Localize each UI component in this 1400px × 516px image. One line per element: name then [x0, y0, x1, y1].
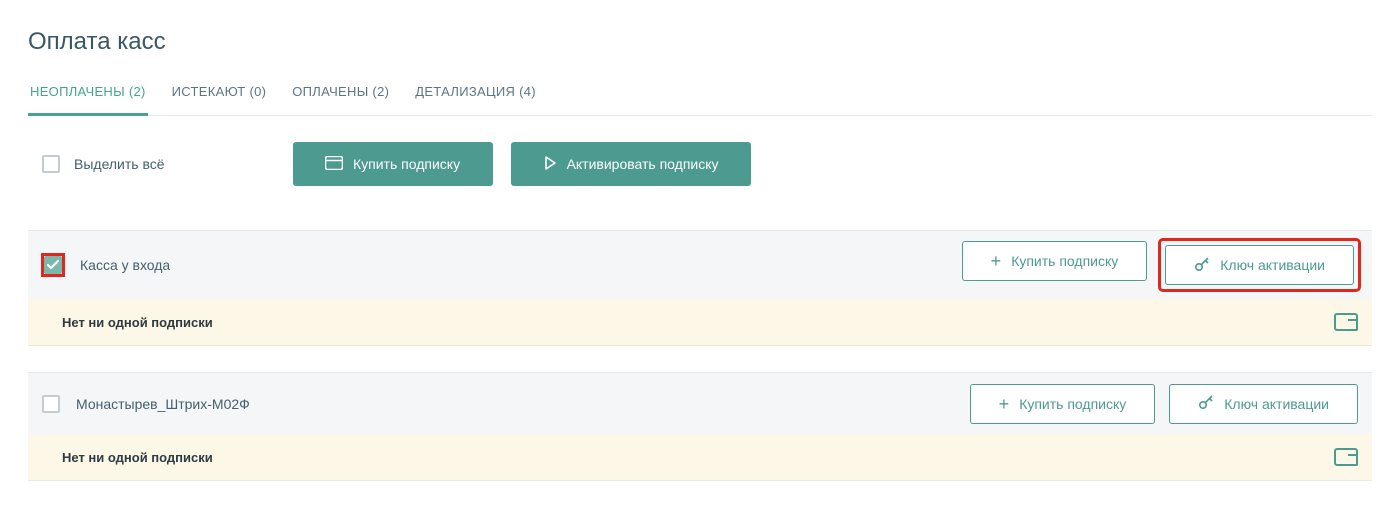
select-all-checkbox[interactable]: [42, 155, 60, 173]
cash-register-row: Монастырев_Штрих-М02Ф + Купить подписку …: [28, 372, 1372, 434]
tab-expiring[interactable]: ИСТЕКАЮТ (0): [170, 84, 269, 115]
cash-register-row: Касса у входа + Купить подписку Ключ акт…: [28, 230, 1372, 299]
card-icon: [325, 156, 343, 173]
row-actions: + Купить подписку Ключ активации: [970, 384, 1358, 424]
row-buy-label: Купить подписку: [1019, 396, 1126, 412]
wallet-icon[interactable]: [1334, 448, 1358, 466]
toolbar: Выделить всё Купить подписку Активироват…: [28, 142, 1372, 186]
row-activation-key-button[interactable]: Ключ активации: [1169, 384, 1358, 424]
wallet-icon[interactable]: [1334, 313, 1358, 331]
play-icon: [543, 156, 557, 173]
row-buy-button[interactable]: + Купить подписку: [970, 384, 1156, 424]
key-icon: [1194, 256, 1210, 275]
tab-unpaid[interactable]: НЕОПЛАЧЕНЫ (2): [28, 84, 148, 116]
select-all-label: Выделить всё: [74, 156, 165, 172]
row-name: Касса у входа: [80, 257, 946, 273]
no-subscription-row: Нет ни одной подписки: [28, 434, 1372, 481]
row-checkbox-wrap: [42, 395, 60, 413]
plus-icon: +: [999, 395, 1010, 413]
activate-subscription-button[interactable]: Активировать подписку: [511, 142, 751, 186]
row-activation-key-button[interactable]: Ключ активации: [1165, 245, 1354, 285]
key-icon: [1198, 394, 1214, 413]
row-actions: + Купить подписку Ключ активации: [962, 241, 1358, 289]
row-key-button-wrap: Ключ активации: [1169, 384, 1358, 424]
activate-subscription-label: Активировать подписку: [567, 156, 719, 172]
row-checkbox[interactable]: [44, 256, 62, 274]
no-subscription-message: Нет ни одной подписки: [62, 315, 1334, 330]
row-key-label: Ключ активации: [1220, 257, 1325, 273]
row-name: Монастырев_Штрих-М02Ф: [76, 396, 954, 412]
no-subscription-message: Нет ни одной подписки: [62, 450, 1334, 465]
no-subscription-row: Нет ни одной подписки: [28, 299, 1372, 346]
tab-details[interactable]: ДЕТАЛИЗАЦИЯ (4): [413, 84, 538, 115]
row-checkbox[interactable]: [42, 395, 60, 413]
plus-icon: +: [991, 252, 1002, 270]
page-title: Оплата касс: [28, 28, 1372, 56]
buy-subscription-button[interactable]: Купить подписку: [293, 142, 493, 186]
row-checkbox-wrap: [42, 254, 64, 276]
tabs-bar: НЕОПЛАЧЕНЫ (2) ИСТЕКАЮТ (0) ОПЛАЧЕНЫ (2)…: [28, 84, 1372, 116]
row-key-label: Ключ активации: [1224, 396, 1329, 412]
buy-subscription-label: Купить подписку: [353, 156, 460, 172]
row-buy-label: Купить подписку: [1011, 253, 1118, 269]
row-key-button-wrap: Ключ активации: [1161, 241, 1358, 289]
row-buy-button[interactable]: + Купить подписку: [962, 241, 1148, 281]
tab-paid[interactable]: ОПЛАЧЕНЫ (2): [290, 84, 391, 115]
select-all[interactable]: Выделить всё: [42, 155, 165, 173]
